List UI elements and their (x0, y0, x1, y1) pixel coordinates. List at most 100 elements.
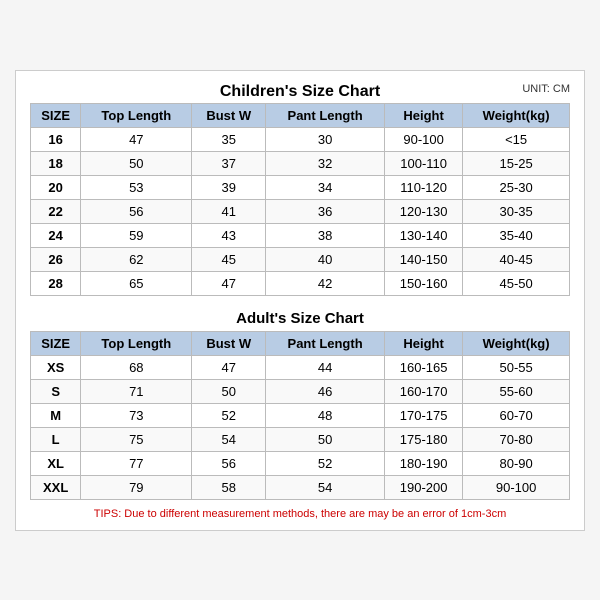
table-cell: 160-170 (385, 379, 463, 403)
table-cell: 53 (81, 175, 192, 199)
table-cell: 24 (31, 223, 81, 247)
table-cell: 65 (81, 271, 192, 295)
table-cell: 50-55 (463, 355, 570, 379)
unit-label: UNIT: CM (522, 83, 570, 95)
col-weight-c: Weight(kg) (463, 103, 570, 127)
col-bust-w-a: Bust W (192, 331, 266, 355)
table-cell: 50 (192, 379, 266, 403)
table-cell: L (31, 427, 81, 451)
table-cell: 40-45 (463, 247, 570, 271)
table-cell: 20 (31, 175, 81, 199)
table-row: 24594338130-14035-40 (31, 223, 570, 247)
table-cell: 48 (266, 403, 385, 427)
table-cell: 16 (31, 127, 81, 151)
table-cell: 56 (81, 199, 192, 223)
table-cell: 150-160 (385, 271, 463, 295)
table-cell: XL (31, 451, 81, 475)
table-cell: 47 (192, 271, 266, 295)
table-cell: 54 (192, 427, 266, 451)
table-cell: 62 (81, 247, 192, 271)
table-cell: 80-90 (463, 451, 570, 475)
table-cell: 52 (266, 451, 385, 475)
table-cell: 28 (31, 271, 81, 295)
table-row: 18503732100-11015-25 (31, 151, 570, 175)
table-cell: 90-100 (463, 475, 570, 499)
adult-tbody: XS684744160-16550-55S715046160-17055-60M… (31, 355, 570, 499)
table-cell: 35-40 (463, 223, 570, 247)
table-cell: 47 (192, 355, 266, 379)
table-row: XS684744160-16550-55 (31, 355, 570, 379)
table-cell: 140-150 (385, 247, 463, 271)
table-cell: XXL (31, 475, 81, 499)
adult-title-text: Adult's Size Chart (236, 310, 364, 327)
col-pant-length-a: Pant Length (266, 331, 385, 355)
col-height-a: Height (385, 331, 463, 355)
table-cell: 39 (192, 175, 266, 199)
table-cell: 50 (266, 427, 385, 451)
table-cell: M (31, 403, 81, 427)
children-header-row: SIZE Top Length Bust W Pant Length Heigh… (31, 103, 570, 127)
table-cell: 175-180 (385, 427, 463, 451)
table-cell: 15-25 (463, 151, 570, 175)
table-cell: 71 (81, 379, 192, 403)
table-cell: 170-175 (385, 403, 463, 427)
table-cell: 110-120 (385, 175, 463, 199)
col-bust-w-c: Bust W (192, 103, 266, 127)
table-cell: 190-200 (385, 475, 463, 499)
table-cell: 44 (266, 355, 385, 379)
table-cell: 56 (192, 451, 266, 475)
table-cell: 45-50 (463, 271, 570, 295)
col-height-c: Height (385, 103, 463, 127)
table-cell: XS (31, 355, 81, 379)
chart-container: Children's Size Chart UNIT: CM SIZE Top … (15, 70, 585, 531)
children-section-title: Children's Size Chart UNIT: CM (30, 83, 570, 101)
table-cell: 35 (192, 127, 266, 151)
table-cell: <15 (463, 127, 570, 151)
col-size-c: SIZE (31, 103, 81, 127)
table-cell: 38 (266, 223, 385, 247)
adult-table: SIZE Top Length Bust W Pant Length Heigh… (30, 331, 570, 500)
table-cell: 46 (266, 379, 385, 403)
col-pant-length-c: Pant Length (266, 103, 385, 127)
adult-header-row: SIZE Top Length Bust W Pant Length Heigh… (31, 331, 570, 355)
children-title-text: Children's Size Chart (220, 83, 380, 100)
table-cell: 42 (266, 271, 385, 295)
adult-section-title: Adult's Size Chart (30, 304, 570, 331)
table-cell: 30-35 (463, 199, 570, 223)
table-cell: 60-70 (463, 403, 570, 427)
table-row: 22564136120-13030-35 (31, 199, 570, 223)
table-cell: 43 (192, 223, 266, 247)
table-row: 1647353090-100<15 (31, 127, 570, 151)
table-row: 26624540140-15040-45 (31, 247, 570, 271)
table-cell: 77 (81, 451, 192, 475)
table-cell: 25-30 (463, 175, 570, 199)
children-tbody: 1647353090-100<1518503732100-11015-25205… (31, 127, 570, 295)
table-cell: 52 (192, 403, 266, 427)
table-cell: 68 (81, 355, 192, 379)
table-cell: 58 (192, 475, 266, 499)
table-cell: 75 (81, 427, 192, 451)
table-cell: 70-80 (463, 427, 570, 451)
table-row: L755450175-18070-80 (31, 427, 570, 451)
table-cell: 90-100 (385, 127, 463, 151)
table-cell: 26 (31, 247, 81, 271)
table-row: 28654742150-16045-50 (31, 271, 570, 295)
table-cell: 160-165 (385, 355, 463, 379)
table-row: 20533934110-12025-30 (31, 175, 570, 199)
table-cell: 41 (192, 199, 266, 223)
children-table: SIZE Top Length Bust W Pant Length Heigh… (30, 103, 570, 296)
table-cell: 36 (266, 199, 385, 223)
table-cell: 73 (81, 403, 192, 427)
table-cell: 180-190 (385, 451, 463, 475)
table-cell: 55-60 (463, 379, 570, 403)
table-row: XXL795854190-20090-100 (31, 475, 570, 499)
table-cell: 18 (31, 151, 81, 175)
table-row: S715046160-17055-60 (31, 379, 570, 403)
table-cell: 40 (266, 247, 385, 271)
table-row: M735248170-17560-70 (31, 403, 570, 427)
table-cell: 34 (266, 175, 385, 199)
table-cell: 59 (81, 223, 192, 247)
table-cell: 47 (81, 127, 192, 151)
table-cell: 22 (31, 199, 81, 223)
col-top-length-a: Top Length (81, 331, 192, 355)
